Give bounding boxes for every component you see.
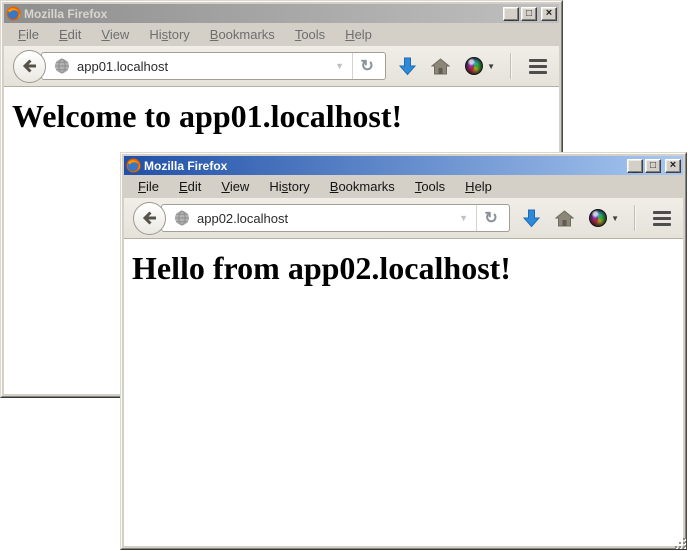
url-bar[interactable]: app01.localhost ▼ ↻ (41, 52, 386, 80)
addon-color-wheel-icon (589, 209, 607, 227)
menu-item-history[interactable]: History (139, 25, 199, 44)
menu-item-file[interactable]: File (8, 25, 49, 44)
toolbar-separator (634, 205, 635, 231)
menu-item-view[interactable]: View (211, 177, 259, 196)
downloads-button[interactable] (523, 209, 540, 228)
close-button[interactable]: × (665, 159, 681, 173)
chevron-down-icon: ▼ (487, 62, 495, 71)
maximize-button[interactable]: □ (645, 159, 661, 173)
urlbar-dropdown-icon[interactable]: ▼ (327, 61, 352, 71)
menu-item-help[interactable]: Help (335, 25, 382, 44)
menu-item-edit[interactable]: Edit (169, 177, 211, 196)
chevron-down-icon: ▼ (611, 214, 619, 223)
urlbar-dropdown-icon[interactable]: ▼ (451, 213, 476, 223)
menu-item-file[interactable]: File (128, 177, 169, 196)
firefox-logo-icon (126, 158, 141, 173)
firefox-window-app02: Mozilla Firefox _ □ × FileEditViewHistor… (120, 152, 687, 550)
back-arrow-icon (142, 210, 158, 226)
site-globe-icon (54, 58, 70, 74)
window-title: Mozilla Firefox (24, 7, 500, 21)
titlebar[interactable]: Mozilla Firefox _ □ × (4, 4, 559, 23)
menu-bar: FileEditViewHistoryBookmarksToolsHelp (124, 175, 683, 198)
addon-color-wheel-button[interactable]: ▼ (465, 57, 495, 75)
maximize-button[interactable]: □ (521, 7, 537, 21)
reload-button[interactable]: ↻ (352, 53, 381, 79)
toolbar-separator (510, 53, 511, 79)
menu-hamburger-button[interactable] (526, 57, 550, 76)
firefox-logo-icon (6, 6, 21, 21)
download-arrow-icon (399, 57, 416, 76)
minimize-button[interactable]: _ (627, 159, 643, 173)
menu-item-tools[interactable]: Tools (405, 177, 455, 196)
url-text[interactable]: app02.localhost (197, 211, 451, 226)
menu-item-view[interactable]: View (91, 25, 139, 44)
home-icon (555, 210, 574, 227)
reload-button[interactable]: ↻ (476, 205, 505, 231)
home-icon (431, 58, 450, 75)
navigation-toolbar: app01.localhost ▼ ↻ ▼ (4, 46, 559, 87)
page-heading: Welcome to app01.localhost! (12, 98, 551, 135)
download-arrow-icon (523, 209, 540, 228)
menu-item-help[interactable]: Help (455, 177, 502, 196)
menu-item-bookmarks[interactable]: Bookmarks (320, 177, 405, 196)
resize-grip[interactable] (673, 536, 686, 549)
menu-item-history[interactable]: History (259, 177, 319, 196)
minimize-button[interactable]: _ (503, 7, 519, 21)
menu-item-tools[interactable]: Tools (285, 25, 335, 44)
site-globe-icon (174, 210, 190, 226)
menu-item-edit[interactable]: Edit (49, 25, 91, 44)
titlebar[interactable]: Mozilla Firefox _ □ × (124, 156, 683, 175)
page-heading: Hello from app02.localhost! (132, 250, 675, 287)
window-title: Mozilla Firefox (144, 159, 624, 173)
menu-item-bookmarks[interactable]: Bookmarks (200, 25, 285, 44)
downloads-button[interactable] (399, 57, 416, 76)
addon-color-wheel-icon (465, 57, 483, 75)
url-bar[interactable]: app02.localhost ▼ ↻ (161, 204, 510, 232)
page-content: Hello from app02.localhost! (124, 239, 683, 546)
addon-color-wheel-button[interactable]: ▼ (589, 209, 619, 227)
navigation-toolbar: app02.localhost ▼ ↻ ▼ (124, 198, 683, 239)
home-button[interactable] (431, 58, 450, 75)
back-button[interactable] (133, 202, 166, 235)
menu-hamburger-button[interactable] (650, 209, 674, 228)
back-arrow-icon (22, 58, 38, 74)
back-button[interactable] (13, 50, 46, 83)
url-text[interactable]: app01.localhost (77, 59, 327, 74)
menu-bar: FileEditViewHistoryBookmarksToolsHelp (4, 23, 559, 46)
close-button[interactable]: × (541, 7, 557, 21)
home-button[interactable] (555, 210, 574, 227)
